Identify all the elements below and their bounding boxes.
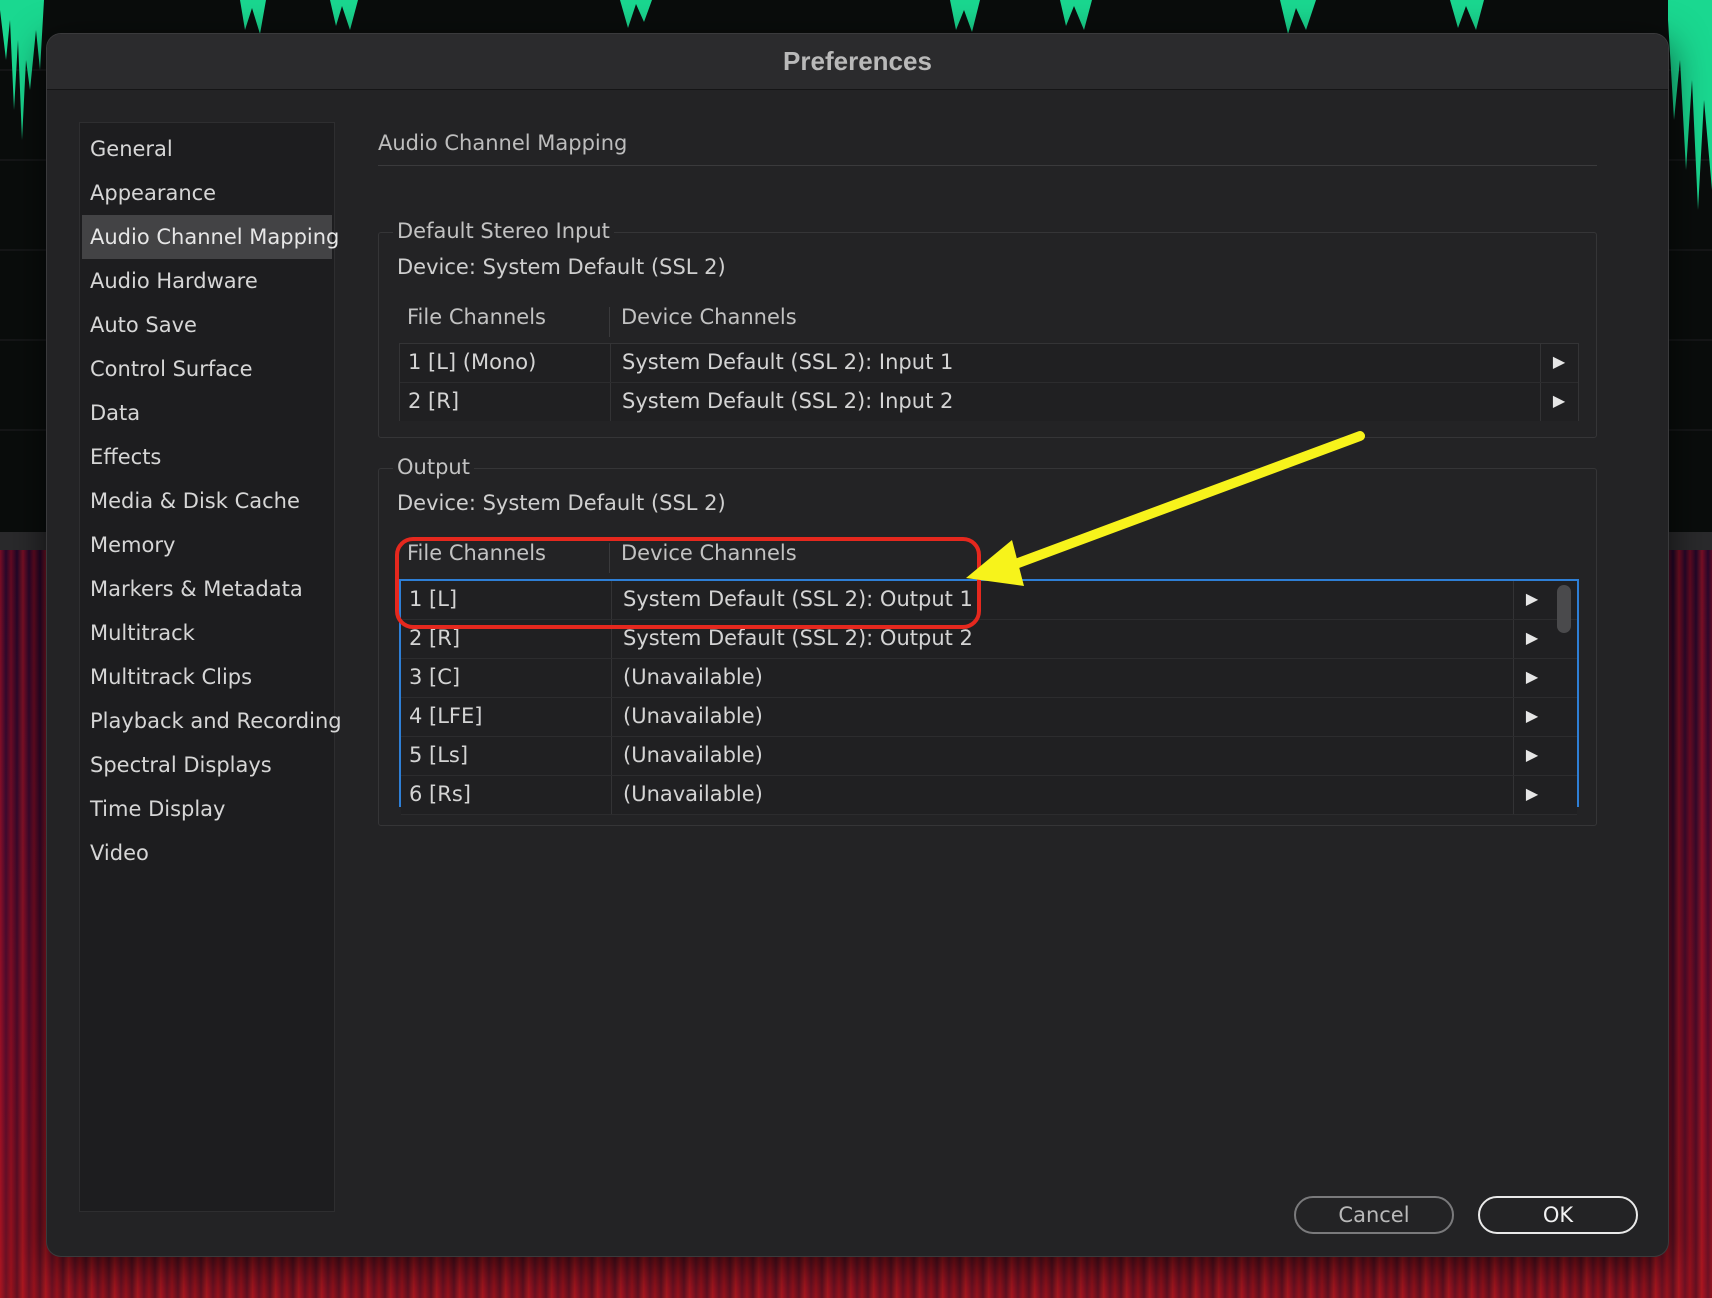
play-triangle-icon[interactable]: ▶: [1514, 620, 1550, 656]
play-triangle-icon[interactable]: ▶: [1514, 581, 1550, 617]
output-groupbox: Output Device: System Default (SSL 2) Fi…: [378, 451, 1597, 826]
sidebar-item-control-surface[interactable]: Control Surface: [82, 347, 332, 391]
play-triangle-icon[interactable]: ▶: [1514, 698, 1550, 734]
cell-separator: [611, 776, 612, 814]
file-channel-cell: 4 [LFE]: [409, 704, 483, 728]
input-row[interactable]: 2 [R] System Default (SSL 2): Input 2 ▶: [400, 383, 1578, 421]
file-channel-cell: 2 [R]: [408, 389, 460, 413]
device-channel-cell: (Unavailable): [623, 665, 763, 689]
cell-separator: [611, 659, 612, 697]
output-row[interactable]: 4 [LFE] (Unavailable) ▶: [401, 698, 1577, 737]
input-col-file-channels: File Channels: [407, 305, 546, 329]
input-column-headers: File Channels Device Channels: [399, 305, 1579, 339]
output-row[interactable]: 6 [Rs] (Unavailable) ▶: [401, 776, 1577, 815]
scrollbar-thumb[interactable]: [1557, 585, 1571, 633]
dialog-title: Preferences: [47, 34, 1668, 90]
output-row[interactable]: 5 [Ls] (Unavailable) ▶: [401, 737, 1577, 776]
device-channel-cell: System Default (SSL 2): Input 1: [622, 350, 954, 374]
preferences-content: Audio Channel Mapping Default Stereo Inp…: [378, 122, 1608, 826]
sidebar-item-media-disk-cache[interactable]: Media & Disk Cache: [82, 479, 332, 523]
play-triangle-icon[interactable]: ▶: [1514, 737, 1550, 773]
sidebar-item-appearance[interactable]: Appearance: [82, 171, 332, 215]
cell-separator: [610, 344, 611, 382]
input-channel-table: 1 [L] (Mono) System Default (SSL 2): Inp…: [399, 343, 1579, 421]
device-channel-cell: System Default (SSL 2): Input 2: [622, 389, 954, 413]
output-device-label: Device: System Default (SSL 2): [397, 491, 726, 515]
file-channel-cell: 5 [Ls]: [409, 743, 469, 767]
sidebar-item-memory[interactable]: Memory: [82, 523, 332, 567]
sidebar-item-spectral-displays[interactable]: Spectral Displays: [82, 743, 332, 787]
sidebar-item-audio-channel-mapping[interactable]: Audio Channel Mapping: [82, 215, 339, 259]
file-channel-cell: 6 [Rs]: [409, 782, 471, 806]
output-row[interactable]: 3 [C] (Unavailable) ▶: [401, 659, 1577, 698]
input-groupbox: Default Stereo Input Device: System Defa…: [378, 215, 1597, 438]
column-separator: [609, 307, 610, 337]
file-channel-cell: 1 [L] (Mono): [408, 350, 537, 374]
annotation-highlight-box: [395, 537, 981, 629]
file-channel-cell: 3 [C]: [409, 665, 461, 689]
preferences-sidebar: General Appearance Audio Channel Mapping…: [79, 122, 342, 1212]
play-triangle-icon[interactable]: ▶: [1541, 383, 1577, 419]
device-channel-cell: (Unavailable): [623, 782, 763, 806]
device-channel-cell: (Unavailable): [623, 704, 763, 728]
sidebar-item-effects[interactable]: Effects: [82, 435, 332, 479]
input-col-device-channels: Device Channels: [621, 305, 797, 329]
cell-separator: [611, 737, 612, 775]
sidebar-item-multitrack-clips[interactable]: Multitrack Clips: [82, 655, 332, 699]
section-divider: [378, 165, 1597, 166]
input-row[interactable]: 1 [L] (Mono) System Default (SSL 2): Inp…: [400, 344, 1578, 383]
output-table-scrollbar[interactable]: [1557, 585, 1571, 805]
preferences-dialog: Preferences General Appearance Audio Cha…: [47, 34, 1668, 1256]
device-channel-cell: (Unavailable): [623, 743, 763, 767]
sidebar-item-data[interactable]: Data: [82, 391, 332, 435]
play-triangle-icon[interactable]: ▶: [1541, 344, 1577, 380]
play-triangle-icon[interactable]: ▶: [1514, 776, 1550, 812]
cell-separator: [610, 383, 611, 421]
sidebar-item-markers-metadata[interactable]: Markers & Metadata: [82, 567, 332, 611]
sidebar-item-playback-recording[interactable]: Playback and Recording: [82, 699, 342, 743]
cancel-button[interactable]: Cancel: [1294, 1196, 1454, 1234]
ok-button[interactable]: OK: [1478, 1196, 1638, 1234]
sidebar-item-time-display[interactable]: Time Display: [82, 787, 332, 831]
sidebar-item-audio-hardware[interactable]: Audio Hardware: [82, 259, 332, 303]
sidebar-item-multitrack[interactable]: Multitrack: [82, 611, 332, 655]
input-group-legend: Default Stereo Input: [393, 215, 614, 247]
sidebar-item-general[interactable]: General: [82, 127, 332, 171]
output-group-legend: Output: [393, 451, 474, 483]
cell-separator: [611, 698, 612, 736]
section-title: Audio Channel Mapping: [378, 131, 628, 155]
sidebar-item-auto-save[interactable]: Auto Save: [82, 303, 332, 347]
input-device-label: Device: System Default (SSL 2): [397, 255, 726, 279]
play-triangle-icon[interactable]: ▶: [1514, 659, 1550, 695]
sidebar-item-video[interactable]: Video: [82, 831, 332, 875]
